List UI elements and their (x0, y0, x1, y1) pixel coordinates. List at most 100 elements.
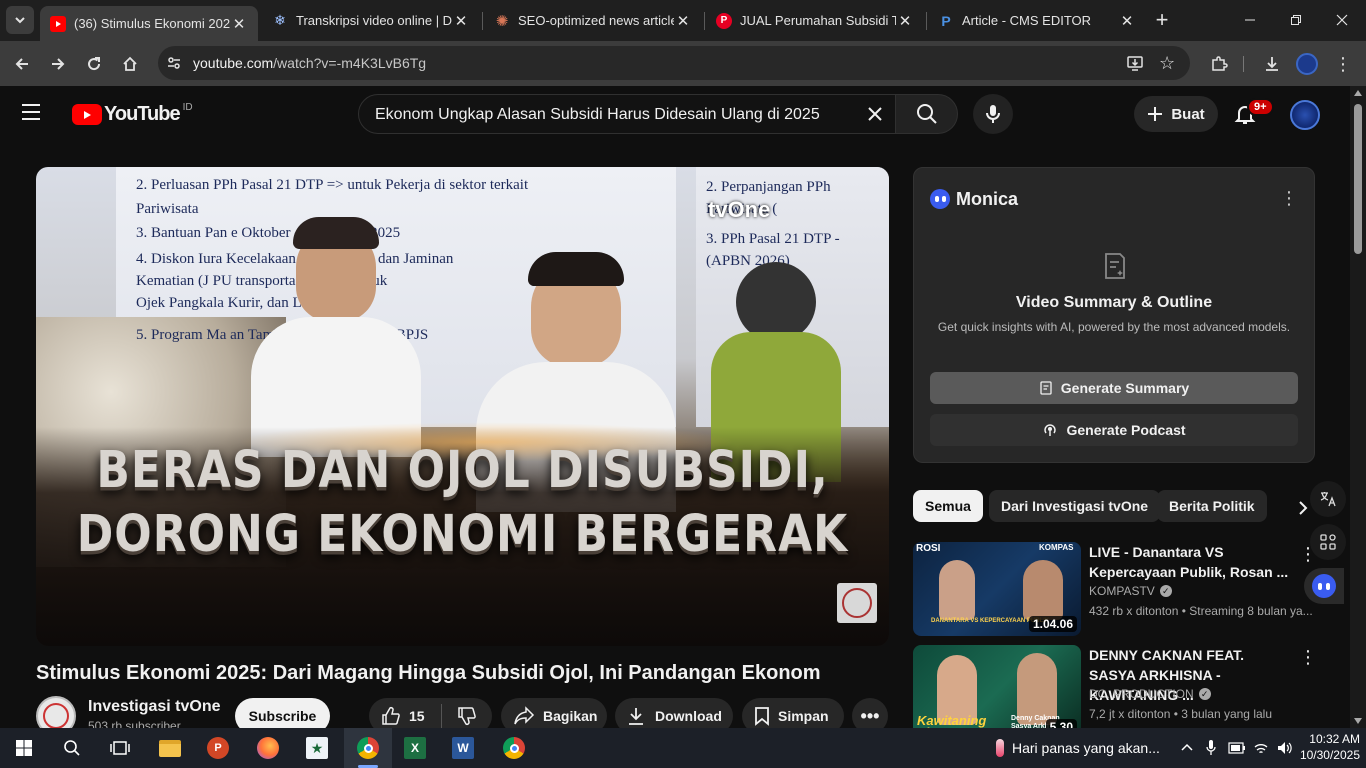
home-button[interactable] (115, 49, 145, 79)
account-avatar[interactable] (1290, 100, 1320, 130)
browser-menu-button[interactable]: ⋮ (1328, 49, 1358, 79)
save-label: Simpan (778, 708, 829, 724)
weather-widget[interactable]: Hari panas yang akan... (990, 728, 1170, 768)
monica-heading: Video Summary & Outline (1015, 294, 1213, 311)
video-thumbnail[interactable]: ROSI KOMPAS DANANTARA VS KEPERCAYAAN PUB… (913, 542, 1081, 636)
search-icon (64, 740, 80, 756)
recommendation-channel[interactable]: DC. PRODUCTION ✓ (1089, 687, 1211, 701)
chip-politics[interactable]: Berita Politik (1157, 490, 1267, 522)
monica-logo-icon (1312, 574, 1336, 598)
recommendation-menu-icon[interactable]: ⋮ (1299, 544, 1317, 565)
taskbar-app-star[interactable]: ★ (303, 734, 331, 762)
video-player[interactable]: 2. Perluasan PPh Pasal 21 DTP => untuk P… (36, 167, 889, 646)
downloads-button[interactable] (1257, 49, 1287, 79)
recommendation-item[interactable]: Kawitaning Sinawang Denny Caknan Sasya A… (913, 645, 1317, 739)
generate-podcast-button[interactable]: Generate Podcast (930, 414, 1298, 446)
search-button[interactable] (895, 94, 958, 134)
back-button[interactable] (7, 49, 37, 79)
new-tab-button[interactable]: + (1150, 7, 1174, 32)
tray-overflow-icon[interactable] (1180, 740, 1194, 759)
taskbar-firefox[interactable] (254, 734, 282, 762)
close-window-button[interactable] (1324, 8, 1360, 32)
microphone-tray-icon[interactable] (1205, 739, 1217, 762)
puzzle-icon (1212, 56, 1228, 71)
browser-tab-pinterest[interactable]: P JUAL Perumahan Subsidi Type ✕ (706, 4, 924, 37)
dislike-button[interactable] (442, 706, 492, 726)
chevron-right-icon (1299, 501, 1308, 515)
clear-search-icon[interactable] (865, 104, 885, 129)
close-icon[interactable]: ✕ (230, 15, 248, 33)
taskbar-excel[interactable]: X (401, 734, 429, 762)
taskbar-chrome[interactable] (354, 734, 382, 762)
close-icon[interactable]: ✕ (896, 12, 914, 30)
like-button[interactable]: 15 (369, 706, 441, 726)
browser-tab-youtube[interactable]: (36) Stimulus Ekonomi 2025: D ✕ (40, 6, 258, 41)
subscribe-label: Subscribe (248, 708, 317, 724)
volume-icon[interactable] (1276, 740, 1292, 761)
claude-icon: ✺ (495, 12, 509, 30)
youtube-logo[interactable]: YouTube ID (72, 102, 193, 126)
search-input[interactable]: Ekonom Ungkap Alasan Subsidi Harus Dides… (358, 94, 896, 134)
taskbar-chrome-profile[interactable] (500, 734, 528, 762)
scroll-up-arrow[interactable] (1354, 90, 1362, 96)
video-thumbnail[interactable]: Kawitaning Sinawang Denny Caknan Sasya A… (913, 645, 1081, 739)
close-icon[interactable]: ✕ (674, 12, 692, 30)
weather-text: Hari panas yang akan... (1012, 740, 1160, 756)
translate-float-button[interactable] (1310, 481, 1346, 517)
close-icon (1336, 14, 1348, 26)
close-icon[interactable]: ✕ (452, 12, 470, 30)
generate-summary-button[interactable]: Generate Summary (930, 372, 1298, 404)
podcast-icon (1044, 424, 1057, 436)
forward-button[interactable] (43, 49, 73, 79)
transcribe-icon: ❄ (274, 12, 286, 28)
chip-all[interactable]: Semua (913, 490, 983, 522)
bookmark-star-icon[interactable]: ☆ (1159, 53, 1175, 74)
chip-scroll-right-button[interactable] (1270, 490, 1310, 526)
channel-name: KOMPASTV (1089, 584, 1155, 598)
browser-tab-claude[interactable]: ✺ SEO-optimized news article on ✕ (484, 4, 702, 37)
taskbar-file-explorer[interactable] (156, 734, 184, 762)
battery-icon[interactable] (1228, 741, 1246, 760)
folder-icon (159, 739, 181, 757)
slide-text: 2. Perpanjangan PPh (706, 179, 831, 195)
task-view-button[interactable] (106, 734, 134, 762)
recommendation-channel[interactable]: KOMPASTV ✓ (1089, 584, 1172, 598)
site-info-icon[interactable] (166, 55, 182, 71)
chip-from-channel[interactable]: Dari Investigasi tvOne (989, 490, 1161, 522)
browser-tab-cms[interactable]: P Article - CMS EDITOR ✕ (928, 4, 1146, 37)
create-button[interactable]: Buat (1134, 96, 1218, 132)
recommendation-item[interactable]: ROSI KOMPAS DANANTARA VS KEPERCAYAAN PUB… (913, 542, 1317, 636)
recommendation-menu-icon[interactable]: ⋮ (1299, 647, 1317, 668)
minimize-button[interactable] (1232, 8, 1268, 32)
thermometer-icon (996, 739, 1004, 757)
address-bar[interactable]: youtube.com/watch?v=-m4K3LvB6Tg ☆ (158, 46, 1190, 80)
hamburger-menu-button[interactable] (20, 103, 52, 127)
voice-search-button[interactable] (973, 94, 1013, 134)
reload-button[interactable] (79, 49, 109, 79)
verified-icon: ✓ (1198, 688, 1211, 700)
extensions-button[interactable] (1204, 49, 1234, 79)
taskbar-word[interactable]: W (449, 734, 477, 762)
channel-name[interactable]: Investigasi tvOne (88, 698, 221, 716)
chip-label: Berita Politik (1169, 498, 1255, 514)
page-scrollbar[interactable] (1350, 86, 1366, 728)
monica-menu-icon[interactable]: ⋮ (1280, 188, 1298, 209)
recommendation-title[interactable]: LIVE - Danantara VS Kepercayaan Publik, … (1089, 542, 1289, 582)
taskbar-powerpoint[interactable]: P (204, 734, 232, 762)
install-app-icon[interactable] (1126, 54, 1144, 77)
restore-button[interactable] (1278, 8, 1314, 32)
notifications-button[interactable]: 9+ (1233, 98, 1274, 130)
taskbar-search-button[interactable] (58, 734, 86, 762)
clock[interactable]: 10:32 AM 10/30/2025 (1298, 731, 1360, 763)
start-button[interactable] (10, 734, 38, 762)
tab-search-button[interactable] (6, 6, 34, 34)
windows-logo-icon (16, 740, 32, 756)
close-icon[interactable]: ✕ (1118, 12, 1136, 30)
notification-badge: 9+ (1247, 98, 1274, 116)
avatar (1296, 53, 1318, 75)
browser-tab-transcribe[interactable]: ❄ Transkripsi video online | Den ✕ (262, 4, 480, 37)
scroll-down-arrow[interactable] (1354, 718, 1362, 724)
wifi-icon[interactable] (1253, 740, 1269, 761)
scrollbar-thumb[interactable] (1354, 104, 1362, 254)
profile-avatar-button[interactable] (1292, 49, 1322, 79)
